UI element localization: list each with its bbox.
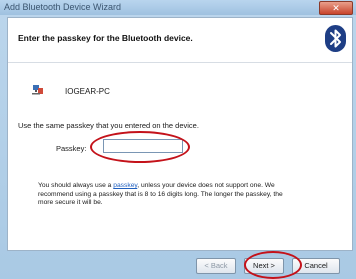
info-line-2: recommend using a passkey that is 8 to 1… (38, 190, 283, 198)
passkey-info: You should always use a passkey, unless … (38, 182, 338, 208)
window-title: Add Bluetooth Device Wizard (4, 2, 122, 12)
wizard-header: Enter the passkey for the Bluetooth devi… (8, 18, 352, 63)
page-title: Enter the passkey for the Bluetooth devi… (18, 33, 193, 43)
wizard-content: Enter the passkey for the Bluetooth devi… (7, 17, 353, 251)
wizard-footer: < Back Next > Cancel (0, 250, 356, 279)
next-button[interactable]: Next > (244, 258, 284, 274)
info-line-1-end: , unless your device does not support on… (137, 182, 275, 189)
instruction-text: Use the same passkey that you entered on… (18, 121, 199, 130)
info-line-1-start: You should always use a (38, 182, 114, 189)
passkey-help-link[interactable]: passkey (113, 182, 137, 189)
close-icon: ✕ (332, 3, 340, 13)
device-name: IOGEAR-PC (65, 87, 110, 96)
title-bar: Add Bluetooth Device Wizard ✕ (0, 0, 356, 15)
info-line-1: You should always use a passkey, unless … (38, 182, 338, 191)
wizard-window: Add Bluetooth Device Wizard ✕ Enter the … (0, 0, 356, 279)
bluetooth-icon (325, 25, 346, 52)
passkey-label: Passkey: (56, 144, 87, 153)
info-line-3: more secure it will be. (38, 199, 103, 206)
cancel-button[interactable]: Cancel (292, 258, 340, 274)
back-button[interactable]: < Back (196, 258, 236, 274)
passkey-input[interactable] (103, 139, 183, 153)
device-icon (32, 84, 44, 96)
close-button[interactable]: ✕ (319, 1, 353, 15)
